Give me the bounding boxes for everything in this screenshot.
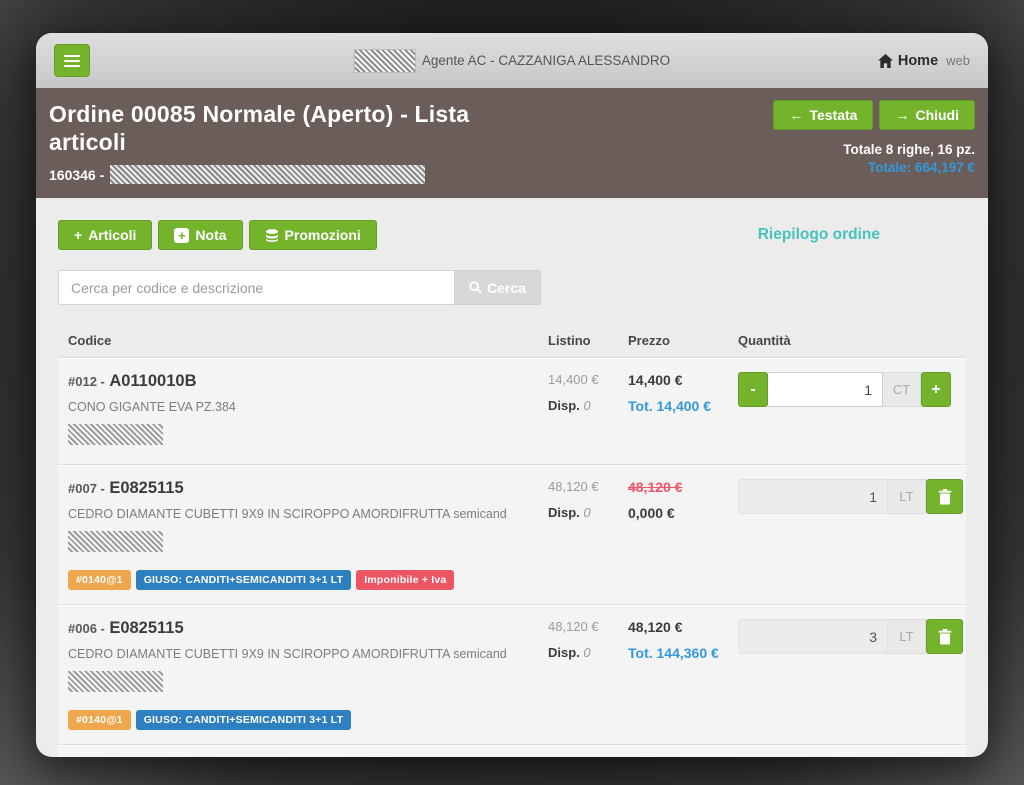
- row-article-code: A0110010B: [109, 372, 197, 391]
- search-icon: [469, 281, 482, 294]
- hamburger-icon: [64, 54, 80, 57]
- search-input[interactable]: [58, 270, 455, 306]
- qty-decrement-button[interactable]: -: [738, 372, 768, 408]
- app-window: Agente AC - CAZZANIGA ALESSANDRO Home we…: [36, 33, 988, 757]
- web-label: web: [946, 53, 970, 68]
- row-total: Tot. 144,360 €: [628, 645, 719, 662]
- col-quantita: Quantità: [738, 333, 791, 349]
- row-total: 0,000 €: [628, 505, 675, 522]
- menu-button[interactable]: [54, 44, 90, 77]
- disp-label: Disp.: [548, 398, 580, 414]
- disp-value: 0: [583, 505, 591, 521]
- promo-badge: GIUSO: CANDITI+SEMICANDITI 3+1 LT: [135, 710, 352, 731]
- riepilogo-ordine-link[interactable]: Riepilogo ordine: [758, 226, 880, 244]
- prezzo-value: 48,120 €: [628, 619, 683, 636]
- row-description: CEDRO DIAMANTE CUBETTI 9X9 IN SCIROPPO A…: [68, 647, 507, 662]
- row-line-number: #007 -: [68, 481, 105, 497]
- page-header: Ordine 00085 Normale (Aperto) - Lista ar…: [36, 88, 988, 199]
- quantity-input[interactable]: [738, 479, 888, 515]
- tags-icon: [265, 228, 279, 242]
- unit-label: LT: [888, 479, 926, 515]
- quantity-input[interactable]: [768, 372, 883, 408]
- row-description: CEDRO DIAMANTE CUBETTI 9X9 IN SCIROPPO A…: [68, 507, 507, 522]
- quantity-control: LT: [738, 619, 966, 655]
- table-row: #007 - E0825115 CEDRO DIAMANTE CUBETTI 9…: [58, 465, 966, 606]
- disp-value: 0: [583, 398, 591, 414]
- promo-badge: GIUSO: CANDITI+SEMICANDITI 3+1 LT: [135, 570, 352, 591]
- quantity-input[interactable]: [738, 619, 888, 655]
- listino-value: 14,400 €: [548, 372, 599, 388]
- listino-value: 48,120 €: [548, 619, 599, 635]
- plus-icon: +: [74, 227, 83, 244]
- redacted-customer-name: [110, 165, 426, 185]
- prezzo-value: 48,120 €: [628, 479, 683, 496]
- unit-label: LT: [888, 619, 926, 655]
- row-article-code: E0825115: [109, 479, 184, 498]
- trash-icon: [938, 628, 952, 645]
- row-article-code: E0825115: [109, 619, 184, 638]
- disp-value: 0: [583, 645, 591, 661]
- home-link[interactable]: Home: [877, 52, 939, 69]
- agent-label: Agente AC - CAZZANIGA ALESSANDRO: [421, 53, 671, 68]
- table-row: #006 - E0825115 CEDRO DIAMANTE CUBETTI 9…: [58, 605, 966, 746]
- articles-table: Codice Listino Prezzo Quantità #012 - A0…: [58, 327, 966, 757]
- row-line-number: #006 -: [68, 621, 105, 637]
- actions-row: + Articoli + Nota Promozioni Riepilogo o…: [58, 220, 966, 251]
- row-line-number: #012 -: [68, 374, 105, 390]
- redacted-agent-code: [353, 48, 416, 73]
- disp-label: Disp.: [548, 505, 580, 521]
- unit-label: CT: [883, 372, 921, 408]
- articoli-button[interactable]: + Articoli: [58, 220, 153, 251]
- search-button[interactable]: Cerca: [455, 270, 541, 306]
- prezzo-value: 14,400 €: [628, 372, 683, 389]
- agent-info: Agente AC - CAZZANIGA ALESSANDRO: [353, 48, 671, 73]
- total-rows-label: Totale 8 righe, 16 pz.: [843, 142, 975, 157]
- order-number: 160346 -: [49, 166, 105, 183]
- promo-badge: #0140@1: [68, 570, 131, 591]
- redacted-row-info: [68, 531, 163, 553]
- plus-square-icon: +: [174, 227, 190, 243]
- quantity-stepper: - CT +: [738, 372, 966, 408]
- row-description: CONO GIGANTE EVA PZ.384: [68, 400, 236, 415]
- promo-badge: Imponibile + Iva: [356, 570, 455, 591]
- promo-badge: #0140@1: [68, 710, 131, 731]
- search-row: Cerca: [58, 270, 966, 306]
- promozioni-button[interactable]: Promozioni: [248, 220, 377, 251]
- col-listino: Listino: [548, 333, 591, 349]
- row-total: Tot. 14,400 €: [628, 398, 712, 415]
- qty-increment-button[interactable]: +: [921, 372, 951, 408]
- nota-button[interactable]: + Nota: [158, 220, 243, 251]
- arrow-left-icon: ←: [789, 107, 804, 123]
- table-row: #012 - A0110010B CONO GIGANTE EVA PZ.384…: [58, 358, 966, 466]
- testata-button[interactable]: ← Testata: [773, 100, 874, 130]
- redacted-row-info: [68, 424, 163, 446]
- listino-value: 48,120 €: [548, 479, 599, 495]
- delete-row-button[interactable]: [926, 479, 963, 515]
- home-label: Home: [897, 52, 939, 69]
- topbar: Agente AC - CAZZANIGA ALESSANDRO Home we…: [36, 33, 988, 88]
- disp-label: Disp.: [548, 645, 580, 661]
- home-icon: [877, 53, 893, 68]
- table-header: Codice Listino Prezzo Quantità: [58, 327, 966, 359]
- delete-row-button[interactable]: [926, 619, 963, 655]
- table-row: #005 - E0820005A 135,320 € 135,320 € LT: [58, 745, 966, 757]
- page-title: Ordine 00085 Normale (Aperto) - Lista ar…: [49, 101, 470, 156]
- col-codice: Codice: [68, 333, 112, 349]
- col-prezzo: Prezzo: [628, 333, 670, 349]
- quantity-control: LT: [738, 479, 966, 515]
- trash-icon: [938, 488, 952, 505]
- arrow-right-icon: →: [895, 107, 910, 123]
- redacted-row-info: [68, 671, 163, 693]
- chiudi-button[interactable]: → Chiudi: [879, 100, 975, 130]
- total-amount-label: Totale: 664,197 €: [867, 160, 975, 175]
